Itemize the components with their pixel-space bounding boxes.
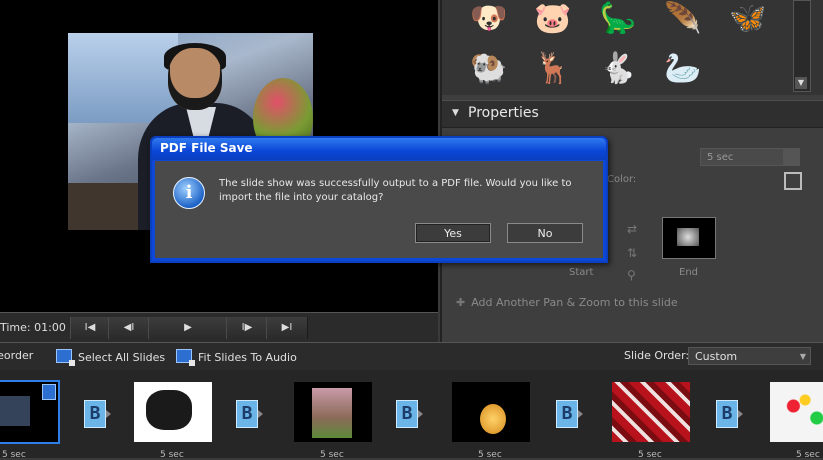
fit-slides-to-audio-button[interactable]: Fit Slides To Audio <box>176 349 297 366</box>
pan-zoom-start-label: Start <box>569 267 594 278</box>
slide-thumbnail-cake[interactable] <box>294 382 372 442</box>
transition-arrow-icon <box>738 410 743 418</box>
slide-thumbnail-camera[interactable] <box>134 382 212 442</box>
slide-order-value: Custom <box>695 350 738 363</box>
select-all-label: Select All Slides <box>78 351 166 364</box>
chevron-down-icon: ▼ <box>799 352 806 361</box>
transition-icon[interactable]: B <box>396 400 418 428</box>
chevron-down-icon <box>783 149 799 165</box>
no-button[interactable]: No <box>507 223 583 243</box>
add-icon: ✚ <box>456 296 466 309</box>
sticker-pig[interactable]: 🐷 <box>534 2 571 36</box>
dialog-title: PDF File Save <box>160 141 253 155</box>
sticker-sheep[interactable]: 🐏 <box>470 52 507 86</box>
playback-controls: Time: 01:00 I◀ ◀I ▶ I▶ ▶I <box>0 312 438 343</box>
scroll-down-icon[interactable]: ▼ <box>795 77 807 89</box>
slide-duration: 5 sec <box>796 450 820 460</box>
add-pan-zoom-link[interactable]: ✚ Add Another Pan & Zoom to this slide <box>456 296 678 309</box>
dialog-body: i The slide show was successfully output… <box>155 161 603 258</box>
filmstrip: B B B B B 5 sec 5 sec 5 sec 5 sec 5 sec … <box>0 370 823 460</box>
slide-thumbnail-candle[interactable] <box>452 382 530 442</box>
add-pan-zoom-label: Add Another Pan & Zoom to this slide <box>471 296 678 309</box>
transition-icon[interactable]: B <box>236 400 258 428</box>
dialog-titlebar[interactable]: PDF File Save <box>152 138 606 160</box>
arrow-icon[interactable]: ⇅ <box>627 246 637 260</box>
lock-icon[interactable]: ⚲ <box>627 268 636 282</box>
slide-toolbar: Reorder Select All Slides Fit Slides To … <box>0 342 823 372</box>
properties-header[interactable]: ▼ Properties <box>442 100 823 128</box>
slide-duration-select[interactable]: 5 sec <box>700 148 800 166</box>
first-slide-button[interactable]: I◀ <box>70 317 110 339</box>
sticker-deer[interactable]: 🦌 <box>534 52 571 86</box>
pdf-file-save-dialog: PDF File Save i The slide show was succe… <box>150 136 608 263</box>
transition-icon[interactable]: B <box>716 400 738 428</box>
sticker-feather[interactable]: 🪶 <box>664 2 701 36</box>
play-button[interactable]: ▶ <box>148 317 228 339</box>
info-icon: i <box>173 177 205 209</box>
pan-zoom-end-thumbnail[interactable] <box>662 217 716 259</box>
select-all-slides-button[interactable]: Select All Slides <box>56 349 166 366</box>
previous-slide-button[interactable]: ◀I <box>108 317 150 339</box>
sticker-rabbit[interactable]: 🐇 <box>599 52 636 86</box>
pan-zoom-end-label: End <box>679 267 699 278</box>
time-display: Time: 01:00 <box>0 321 66 334</box>
transition-icon[interactable]: B <box>84 400 106 428</box>
sticker-butterfly[interactable]: 🦋 <box>729 2 766 36</box>
background-color-label: Color: <box>607 174 637 185</box>
slide-order-select[interactable]: Custom ▼ <box>688 347 811 365</box>
sticker-dog[interactable]: 🐶 <box>470 2 507 36</box>
slide-duration: 5 sec <box>478 450 502 460</box>
next-slide-button[interactable]: I▶ <box>226 317 268 339</box>
sticker-dinosaur[interactable]: 🦕 <box>599 2 636 36</box>
collapse-triangle-icon[interactable]: ▼ <box>452 108 459 118</box>
background-color-checkbox[interactable] <box>784 172 802 190</box>
sticker-gallery: 🐶 🐷 🦕 🪶 🦋 🐏 🦌 🐇 🦢 ▼ <box>442 0 823 95</box>
slide-duration: 5 sec <box>638 450 662 460</box>
fit-audio-label: Fit Slides To Audio <box>198 351 297 364</box>
select-all-icon <box>56 349 75 366</box>
transition-arrow-icon <box>578 410 583 418</box>
slide-duration: 5 sec <box>320 450 344 460</box>
slide-duration: 5 sec <box>160 450 184 460</box>
sticker-scrollbar[interactable]: ▼ <box>793 0 811 92</box>
properties-title: Properties <box>468 105 539 121</box>
slide-thumbnail-candies[interactable] <box>770 382 823 442</box>
slide-duration-value: 5 sec <box>707 152 734 163</box>
slide-thumbnail-candy-canes[interactable] <box>612 382 690 442</box>
transition-icon[interactable]: B <box>556 400 578 428</box>
dialog-message: The slide show was successfully output t… <box>219 178 572 203</box>
reorder-button[interactable]: Reorder <box>0 349 33 362</box>
slide-thumbnail-1[interactable] <box>0 380 60 444</box>
slide-order-label: Slide Order: <box>624 349 690 362</box>
last-slide-button[interactable]: ▶I <box>266 317 308 339</box>
fit-audio-icon <box>176 349 195 366</box>
transition-arrow-icon <box>418 410 423 418</box>
sticker-swan[interactable]: 🦢 <box>664 52 701 86</box>
end-frame-image <box>677 228 699 246</box>
swap-arrow-icon[interactable]: ⇄ <box>627 222 637 236</box>
transition-arrow-icon <box>106 410 111 418</box>
yes-button[interactable]: Yes <box>415 223 491 243</box>
transition-arrow-icon <box>258 410 263 418</box>
slide-duration: 5 sec <box>2 450 26 460</box>
